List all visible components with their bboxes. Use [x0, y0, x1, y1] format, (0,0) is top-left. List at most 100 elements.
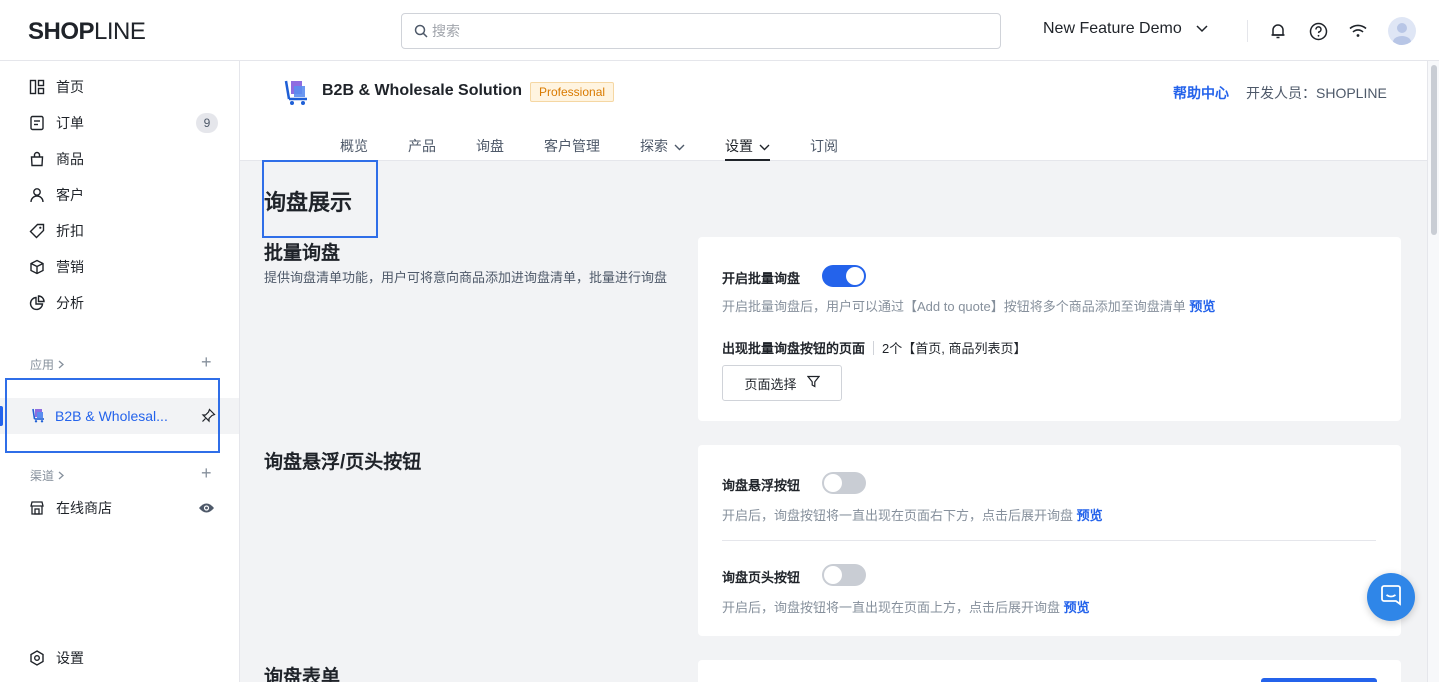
sidebar-item-label: 在线商店	[56, 500, 112, 516]
toggle-knob	[846, 267, 864, 285]
active-indicator	[0, 406, 3, 426]
app-tabs: 概览 产品 询盘 客户管理 探索 设置 订阅	[340, 133, 838, 161]
cube-icon	[28, 258, 46, 276]
add-channel-plus-icon[interactable]: +	[201, 464, 212, 482]
chevron-right-icon	[58, 358, 65, 372]
inquiry-form-title: 询盘表单	[264, 667, 341, 682]
scrollbar-thumb[interactable]	[1431, 65, 1437, 235]
pie-chart-icon	[28, 294, 46, 312]
sidebar-item-label: 设置	[56, 650, 84, 666]
page-scrollbar[interactable]	[1427, 61, 1439, 682]
sidebar-item-online-store[interactable]: 在线商店	[28, 496, 112, 520]
page-title-highlight-box	[262, 160, 378, 238]
tab-overview[interactable]: 概览	[340, 133, 368, 159]
sidebar-item-label: 订单	[56, 115, 84, 131]
toggle-knob	[824, 566, 842, 584]
sidebar-item-products[interactable]: 商品	[28, 147, 84, 171]
header-button-toggle[interactable]	[822, 564, 866, 586]
bulk-inquiry-toggle-description: 开启批量询盘后，用户可以通过【Add to quote】按钮将多个商品添加至询盘…	[722, 299, 1216, 314]
sidebar-item-marketing[interactable]: 营销	[28, 255, 84, 279]
sidebar-item-label: 营销	[56, 259, 84, 275]
header-button-description: 开启后，询盘按钮将一直出现在页面上方，点击后展开询盘 预览	[722, 600, 1090, 615]
preview-link[interactable]: 预览	[1077, 508, 1103, 523]
shopping-bag-icon	[28, 150, 46, 168]
sidebar-item-discounts[interactable]: 折扣	[28, 219, 84, 243]
sidebar-item-orders[interactable]: 订单	[28, 111, 84, 135]
store-switcher[interactable]: New Feature Demo	[1043, 20, 1208, 38]
preview-link[interactable]: 预览	[1064, 600, 1090, 615]
top-bar: SHOPLINE New Feature Demo	[0, 0, 1439, 61]
dashboard-icon	[28, 78, 46, 96]
settings-icon	[28, 649, 46, 667]
tab-products[interactable]: 产品	[408, 133, 436, 159]
sidebar-item-label: 首页	[56, 79, 84, 95]
developer-info: 开发人员：SHOPLINE	[1246, 85, 1387, 101]
sidebar-item-label: 客户	[56, 187, 84, 203]
bulk-inquiry-description: 提供询盘清单功能，用户可将意向商品添加进询盘清单，批量进行询盘	[264, 270, 668, 285]
inquiry-form-action-button[interactable]	[1261, 678, 1377, 682]
tab-customer-management[interactable]: 客户管理	[544, 133, 600, 159]
sidebar-app-highlight-box	[5, 378, 220, 453]
bulk-inquiry-card: 开启批量询盘 开启批量询盘后，用户可以通过【Add to quote】按钮将多个…	[698, 237, 1401, 421]
user-icon	[28, 186, 46, 204]
search-input[interactable]	[432, 21, 972, 41]
sidebar-item-settings[interactable]: 设置	[28, 646, 84, 670]
user-avatar[interactable]	[1388, 17, 1416, 45]
store-name: New Feature Demo	[1043, 20, 1182, 37]
help-icon[interactable]	[1307, 20, 1329, 42]
tab-explore[interactable]: 探索	[640, 133, 685, 159]
chat-support-button[interactable]	[1367, 573, 1415, 621]
header-button-label: 询盘页头按钮	[722, 570, 801, 585]
plan-badge: Professional	[530, 82, 615, 102]
tag-icon	[28, 222, 46, 240]
orders-count-badge: 9	[196, 113, 218, 133]
eye-icon[interactable]	[198, 501, 215, 519]
shopline-logo[interactable]: SHOPLINE	[28, 18, 146, 46]
float-button-label: 询盘悬浮按钮	[722, 478, 801, 493]
tab-settings[interactable]: 设置	[725, 133, 770, 161]
bulk-inquiry-toggle[interactable]	[822, 265, 866, 287]
sidebar-item-customers[interactable]: 客户	[28, 183, 84, 207]
chevron-right-icon	[58, 469, 65, 483]
preview-link[interactable]: 预览	[1189, 299, 1215, 314]
card-divider	[722, 540, 1376, 541]
filter-icon	[806, 375, 820, 391]
sidebar: 首页 订单 9 商品 客户 折扣 营销 分析 应用 + B2B & Wholes…	[0, 61, 240, 682]
topbar-divider	[1247, 20, 1248, 42]
float-button-toggle[interactable]	[822, 472, 866, 494]
float-header-button-card: 询盘悬浮按钮 开启后，询盘按钮将一直出现在页面右下方，点击后展开询盘 预览 询盘…	[698, 445, 1401, 636]
chat-icon	[1380, 584, 1402, 611]
wifi-icon[interactable]	[1347, 20, 1369, 42]
tab-subscription[interactable]: 订阅	[810, 133, 838, 159]
bulk-button-pages-info: 出现批量询盘按钮的页面 2个【首页, 商品列表页】	[722, 338, 1026, 357]
help-center-link[interactable]: 帮助中心	[1173, 83, 1229, 103]
float-header-button-title: 询盘悬浮/页头按钮	[264, 452, 422, 473]
float-button-description: 开启后，询盘按钮将一直出现在页面右下方，点击后展开询盘 预览	[722, 508, 1103, 523]
pages-label: 出现批量询盘按钮的页面	[722, 341, 866, 356]
page-select-button[interactable]: 页面选择	[722, 365, 842, 401]
app-title: B2B & Wholesale Solution	[322, 82, 523, 99]
bell-icon[interactable]	[1267, 20, 1289, 42]
search-icon	[414, 24, 428, 43]
app-header: B2B & Wholesale Solution Professional 帮助…	[240, 61, 1427, 161]
order-icon	[28, 114, 46, 132]
chevron-down-icon	[759, 138, 770, 154]
inline-divider	[873, 340, 875, 355]
chevron-down-icon	[1196, 20, 1208, 38]
search-box[interactable]	[401, 13, 1001, 49]
sidebar-item-home[interactable]: 首页	[28, 75, 84, 99]
sidebar-item-label: 商品	[56, 151, 84, 167]
b2b-app-logo-icon	[282, 78, 310, 111]
sidebar-item-analytics[interactable]: 分析	[28, 291, 84, 315]
apps-section-label[interactable]: 应用	[30, 356, 65, 373]
sidebar-item-label: 折扣	[56, 223, 84, 239]
tab-inquiry[interactable]: 询盘	[476, 133, 504, 159]
main-content: B2B & Wholesale Solution Professional 帮助…	[240, 61, 1427, 682]
store-icon	[28, 499, 46, 517]
sidebar-item-label: 分析	[56, 295, 84, 311]
bulk-inquiry-title: 批量询盘	[264, 243, 341, 264]
channels-section-label[interactable]: 渠道	[30, 467, 65, 484]
bulk-inquiry-toggle-label: 开启批量询盘	[722, 271, 801, 286]
chevron-down-icon	[674, 138, 685, 154]
add-app-plus-icon[interactable]: +	[201, 353, 212, 371]
